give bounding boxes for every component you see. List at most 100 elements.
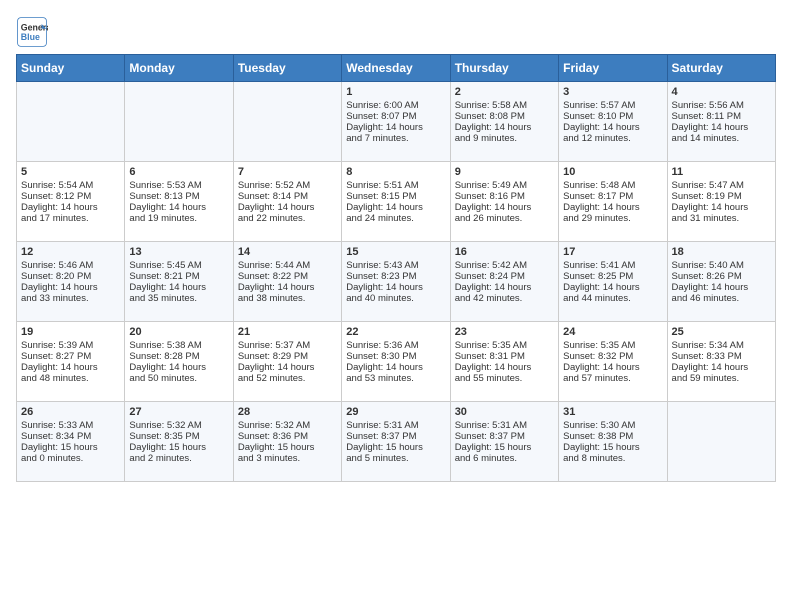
day-content-line: Daylight: 15 hours [346,442,445,453]
day-content-line: Sunset: 8:07 PM [346,111,445,122]
day-number: 18 [672,246,771,258]
calendar-cell: 14Sunrise: 5:44 AMSunset: 8:22 PMDayligh… [233,242,341,322]
calendar-cell [233,82,341,162]
calendar-cell: 21Sunrise: 5:37 AMSunset: 8:29 PMDayligh… [233,322,341,402]
calendar-week-row: 12Sunrise: 5:46 AMSunset: 8:20 PMDayligh… [17,242,776,322]
calendar-cell [17,82,125,162]
day-header-friday: Friday [559,55,667,82]
day-content-line: Daylight: 14 hours [129,202,228,213]
day-content-line: Sunset: 8:37 PM [455,431,554,442]
day-content-line: Sunset: 8:10 PM [563,111,662,122]
day-content-line: and 8 minutes. [563,453,662,464]
day-content-line: Sunset: 8:27 PM [21,351,120,362]
day-content-line: Daylight: 14 hours [346,282,445,293]
day-content-line: Sunset: 8:36 PM [238,431,337,442]
day-content-line: Sunrise: 5:34 AM [672,340,771,351]
day-content-line: Sunset: 8:38 PM [563,431,662,442]
day-content-line: Sunset: 8:25 PM [563,271,662,282]
day-content-line: and 17 minutes. [21,213,120,224]
day-content-line: Daylight: 14 hours [455,362,554,373]
calendar-cell: 20Sunrise: 5:38 AMSunset: 8:28 PMDayligh… [125,322,233,402]
day-content-line: and 33 minutes. [21,293,120,304]
logo-icon: General Blue [16,16,48,48]
day-content-line: and 57 minutes. [563,373,662,384]
calendar-cell: 17Sunrise: 5:41 AMSunset: 8:25 PMDayligh… [559,242,667,322]
day-content-line: Sunrise: 5:47 AM [672,180,771,191]
day-content-line: Sunrise: 5:56 AM [672,100,771,111]
day-content-line: Daylight: 14 hours [346,362,445,373]
day-content-line: Daylight: 14 hours [129,362,228,373]
day-number: 25 [672,326,771,338]
day-content-line: Daylight: 14 hours [21,202,120,213]
day-content-line: Sunrise: 5:52 AM [238,180,337,191]
calendar-cell: 13Sunrise: 5:45 AMSunset: 8:21 PMDayligh… [125,242,233,322]
calendar-cell: 19 Sunrise: 5:39 AMSunset: 8:27 PMDayligh… [17,322,125,402]
day-content-line: Sunrise: 5:35 AM [563,340,662,351]
day-content-line: and 26 minutes. [455,213,554,224]
svg-text:Blue: Blue [21,32,40,42]
day-content-line: and 55 minutes. [455,373,554,384]
calendar-week-row: 26Sunrise: 5:33 AMSunset: 8:34 PMDayligh… [17,402,776,482]
day-number: 5 [21,166,120,178]
day-content-line: Sunrise: 5:39 AM [21,340,120,351]
day-content-line: Daylight: 15 hours [129,442,228,453]
calendar-cell [667,402,775,482]
day-content-line: Sunset: 8:19 PM [672,191,771,202]
day-content-line: and 38 minutes. [238,293,337,304]
day-content-line: Sunset: 8:33 PM [672,351,771,362]
day-number: 23 [455,326,554,338]
day-content-line: Sunset: 8:37 PM [346,431,445,442]
day-content-line: Daylight: 15 hours [563,442,662,453]
day-number: 10 [563,166,662,178]
day-content-line: Sunrise: 5:30 AM [563,420,662,431]
calendar-cell: 26Sunrise: 5:33 AMSunset: 8:34 PMDayligh… [17,402,125,482]
day-content-line: Sunset: 8:11 PM [672,111,771,122]
day-content-line: Sunset: 8:23 PM [346,271,445,282]
calendar-cell: 25Sunrise: 5:34 AMSunset: 8:33 PMDayligh… [667,322,775,402]
day-content-line: Sunset: 8:28 PM [129,351,228,362]
day-content-line: Sunrise: 5:57 AM [563,100,662,111]
day-number: 28 [238,406,337,418]
day-number: 29 [346,406,445,418]
day-content-line: and 9 minutes. [455,133,554,144]
day-header-wednesday: Wednesday [342,55,450,82]
day-number: 7 [238,166,337,178]
day-content-line: Sunset: 8:16 PM [455,191,554,202]
day-number: 17 [563,246,662,258]
day-content-line: Sunrise: 5:43 AM [346,260,445,271]
day-content-line: Sunrise: 5:31 AM [455,420,554,431]
day-content-line: and 6 minutes. [455,453,554,464]
day-content-line: Sunrise: 5:38 AM [129,340,228,351]
day-content-line: Daylight: 14 hours [21,362,120,373]
day-content-line: Daylight: 14 hours [238,282,337,293]
day-content-line: Daylight: 14 hours [563,282,662,293]
day-content-line: Daylight: 14 hours [238,362,337,373]
day-content-line: Daylight: 14 hours [21,282,120,293]
day-content-line: Sunrise: 5:31 AM [346,420,445,431]
calendar-cell: 23Sunrise: 5:35 AMSunset: 8:31 PMDayligh… [450,322,558,402]
day-content-line: and 53 minutes. [346,373,445,384]
day-content-line: Daylight: 14 hours [129,282,228,293]
day-content-line: Sunrise: 6:00 AM [346,100,445,111]
day-content-line: and 12 minutes. [563,133,662,144]
calendar-cell: 8Sunrise: 5:51 AMSunset: 8:15 PMDaylight… [342,162,450,242]
day-content-line: Daylight: 14 hours [672,282,771,293]
day-content-line: and 52 minutes. [238,373,337,384]
day-content-line: Daylight: 14 hours [672,122,771,133]
day-content-line: Daylight: 14 hours [563,122,662,133]
day-number: 27 [129,406,228,418]
day-number: 2 [455,86,554,98]
day-content-line: Sunset: 8:29 PM [238,351,337,362]
day-content-line: and 3 minutes. [238,453,337,464]
day-content-line: Sunset: 8:30 PM [346,351,445,362]
calendar-cell: 16Sunrise: 5:42 AMSunset: 8:24 PMDayligh… [450,242,558,322]
calendar-cell: 29 Sunrise: 5:31 AMSunset: 8:37 PMDayligh… [342,402,450,482]
day-number: 19 [21,326,120,338]
day-content-line: Daylight: 14 hours [346,122,445,133]
day-number: 16 [455,246,554,258]
day-content-line: Sunrise: 5:32 AM [129,420,228,431]
day-content-line: Sunset: 8:32 PM [563,351,662,362]
day-number: 8 [346,166,445,178]
day-content-line: Daylight: 15 hours [455,442,554,453]
day-number: 4 [672,86,771,98]
